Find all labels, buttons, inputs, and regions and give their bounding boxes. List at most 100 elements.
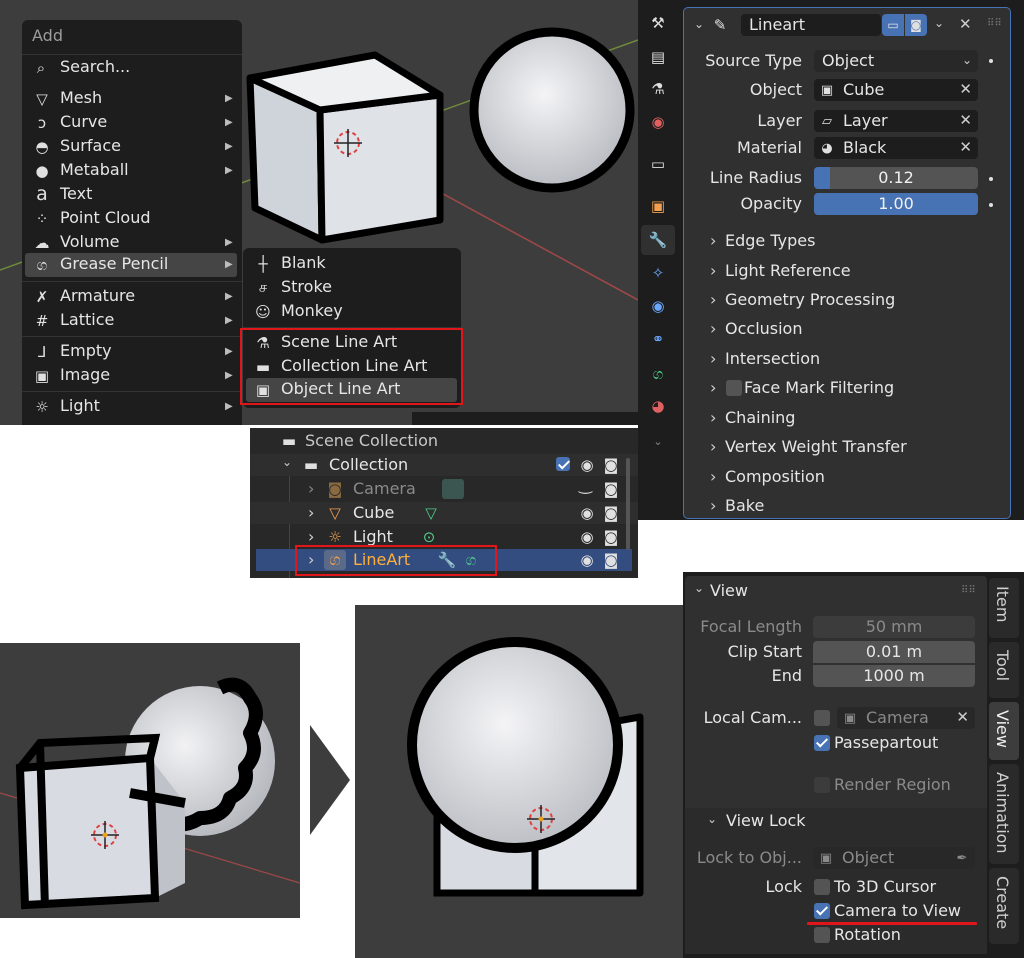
view-layer-tab-icon[interactable]: ◉ (649, 113, 667, 131)
focal-length-field[interactable]: 50 mm (813, 616, 975, 638)
clip-end-field[interactable]: 1000 m (813, 665, 975, 687)
lock-rotation-checkbox[interactable] (814, 927, 830, 943)
light-data-icon[interactable]: ⊙ (420, 528, 438, 546)
chevron-down-icon[interactable]: ⌄ (934, 13, 944, 33)
modifier-name-field[interactable]: Lineart (741, 14, 881, 36)
sidebar-tab-tool[interactable]: Tool (989, 642, 1019, 698)
chevron-down-icon[interactable]: ⌄ (694, 14, 704, 34)
mesh-data-icon[interactable]: ▽ (422, 504, 440, 522)
collection-include-checkbox[interactable] (556, 457, 570, 471)
render-tab-icon[interactable]: ▤ (649, 48, 667, 66)
lock-camera-to-view-checkbox[interactable] (814, 903, 830, 919)
eye-icon[interactable]: ◉ (578, 528, 596, 546)
add-menu-item-point-cloud[interactable]: ⁘ Point Cloud (22, 207, 242, 231)
physics-tab-icon[interactable]: ◉ (649, 297, 667, 315)
object-field[interactable]: ▣ Cube ✕ (814, 79, 978, 101)
camera-render-icon[interactable]: ◙ (602, 528, 620, 546)
material-field[interactable]: ◕ Black ✕ (814, 137, 978, 159)
opacity-slider[interactable]: 1.00 (814, 193, 978, 215)
local-camera-checkbox[interactable] (814, 710, 830, 726)
eye-icon[interactable]: ◉ (578, 551, 596, 569)
section-face-mark-filtering[interactable]: › Face Mark Filtering (708, 377, 998, 401)
add-menu-item-metaball[interactable]: ● Metaball ▶ (22, 159, 242, 183)
add-menu-item-image[interactable]: ▣ Image ▶ (22, 364, 242, 388)
chevron-right-icon[interactable]: › (308, 479, 314, 499)
section-edge-types[interactable]: › Edge Types (708, 230, 998, 254)
add-menu-item-empty[interactable]: ⅃ Empty ▶ (22, 340, 242, 364)
add-menu-item-armature[interactable]: ✗ Armature ▶ (22, 285, 242, 309)
gp-submenu-item-monkey[interactable]: ☺ Monkey (243, 300, 461, 324)
lock-to-object-field[interactable]: ▣ Object ✒ (813, 847, 975, 869)
keyframe-dot[interactable] (989, 177, 993, 181)
close-icon[interactable]: ✕ (959, 80, 972, 98)
add-menu-item-lattice[interactable]: # Lattice ▶ (22, 309, 242, 333)
section-light-reference[interactable]: › Light Reference (708, 260, 998, 284)
material-tab-icon[interactable]: ◕ (649, 397, 667, 415)
sidebar-tab-animation[interactable]: Animation (989, 764, 1019, 864)
sidebar-tab-create[interactable]: Create (989, 868, 1019, 944)
section-geometry-processing[interactable]: › Geometry Processing (708, 289, 998, 313)
chevron-right-icon[interactable]: › (308, 503, 314, 523)
output-tab-icon[interactable]: ⚗ (649, 80, 667, 98)
sidebar-tab-view[interactable]: View (989, 702, 1019, 760)
eye-icon[interactable]: ◉ (578, 504, 596, 522)
add-menu-item-curve[interactable]: ↄ Curve ▶ (22, 111, 242, 135)
drag-handle-icon[interactable]: ⠿⠿ (961, 581, 976, 601)
add-menu-item-light[interactable]: ☼ Light ▶ (22, 395, 242, 419)
show-in-render-toggle[interactable]: ◙ (905, 14, 927, 36)
viewport-top[interactable]: Add ⌕ Search... ▽ Mesh ▶ ↄ Curve ▶ ◓ Sur… (0, 0, 638, 425)
section-intersection[interactable]: › Intersection (708, 348, 998, 372)
local-camera-field[interactable]: ▣ Camera ✕ (837, 707, 975, 729)
add-menu-item-volume[interactable]: ☁ Volume ▶ (22, 231, 242, 255)
outliner-row-camera[interactable]: › ◙ Camera ‿ ◙ (250, 475, 638, 500)
outliner-row-scene-collection[interactable]: ▬ Scene Collection (250, 430, 638, 452)
close-icon[interactable]: ✕ (959, 111, 972, 129)
section-chaining[interactable]: › Chaining (708, 407, 998, 431)
passepartout-checkbox[interactable] (814, 735, 830, 751)
camera-render-icon[interactable]: ◙ (602, 456, 620, 474)
keyframe-dot[interactable] (989, 203, 993, 207)
outliner-row-collection[interactable]: ⌄ ▬ Collection ◉ ◙ (250, 454, 638, 476)
camera-render-icon[interactable]: ◙ (602, 551, 620, 569)
chevron-right-icon[interactable]: › (308, 527, 314, 547)
section-composition[interactable]: › Composition (708, 466, 998, 490)
line-radius-slider[interactable]: 0.12 (814, 167, 978, 189)
add-menu-item-text[interactable]: a Text (22, 183, 242, 207)
eyedropper-icon[interactable]: ✒ (953, 849, 971, 867)
gp-submenu-item-stroke[interactable]: ச Stroke (243, 276, 461, 300)
eye-closed-icon[interactable]: ‿ (579, 475, 592, 495)
data-tab-icon[interactable]: ග (649, 365, 667, 383)
face-mark-filtering-checkbox[interactable] (726, 380, 742, 396)
add-menu-search[interactable]: ⌕ Search... (22, 56, 242, 80)
camera-render-icon[interactable]: ◙ (602, 504, 620, 522)
drag-handle-icon[interactable]: ⠿⠿ (987, 14, 1002, 34)
show-in-viewport-toggle[interactable]: ▭ (882, 14, 904, 36)
clip-start-field[interactable]: 0.01 m (813, 641, 975, 663)
close-icon[interactable]: ✕ (956, 708, 969, 726)
eye-icon[interactable]: ◉ (578, 456, 596, 474)
wrench-icon[interactable]: 🔧 (649, 231, 668, 249)
camera-data-icon[interactable] (442, 479, 464, 499)
outliner-row-cube[interactable]: › ▽ Cube ▽ ◉ ◙ (250, 502, 638, 524)
render-region-checkbox[interactable] (814, 777, 830, 793)
object-tab-icon[interactable]: ▣ (649, 197, 667, 215)
keyframe-dot[interactable] (989, 59, 993, 63)
chevron-down-icon[interactable]: ⌄ (282, 452, 292, 472)
viewport-after[interactable] (355, 605, 685, 958)
add-menu-item-mesh[interactable]: ▽ Mesh ▶ (22, 87, 242, 111)
collection-tab-icon[interactable]: ▭ (649, 155, 667, 173)
gp-submenu-item-blank[interactable]: ┼ Blank (243, 252, 461, 276)
add-menu-item-grease-pencil[interactable]: ග Grease Pencil ▶ (25, 253, 237, 277)
section-occlusion[interactable]: › Occlusion (708, 318, 998, 342)
chevron-down-icon[interactable]: ⌄ (649, 432, 667, 450)
lock-to-3d-cursor-checkbox[interactable] (814, 879, 830, 895)
camera-render-icon[interactable]: ◙ (602, 480, 620, 498)
close-icon[interactable]: ✕ (959, 15, 972, 33)
view-lock-header[interactable]: ⌄ View Lock (685, 810, 987, 834)
sidebar-tab-item[interactable]: Item (989, 578, 1019, 638)
add-menu-item-surface[interactable]: ◓ Surface ▶ (22, 135, 242, 159)
layer-field[interactable]: ▱ Layer ✕ (814, 110, 978, 132)
shader-effects-tab-icon[interactable]: ✧ (649, 264, 667, 282)
outliner-scrollbar[interactable] (626, 458, 630, 550)
section-vertex-weight-transfer[interactable]: › Vertex Weight Transfer (708, 436, 998, 460)
